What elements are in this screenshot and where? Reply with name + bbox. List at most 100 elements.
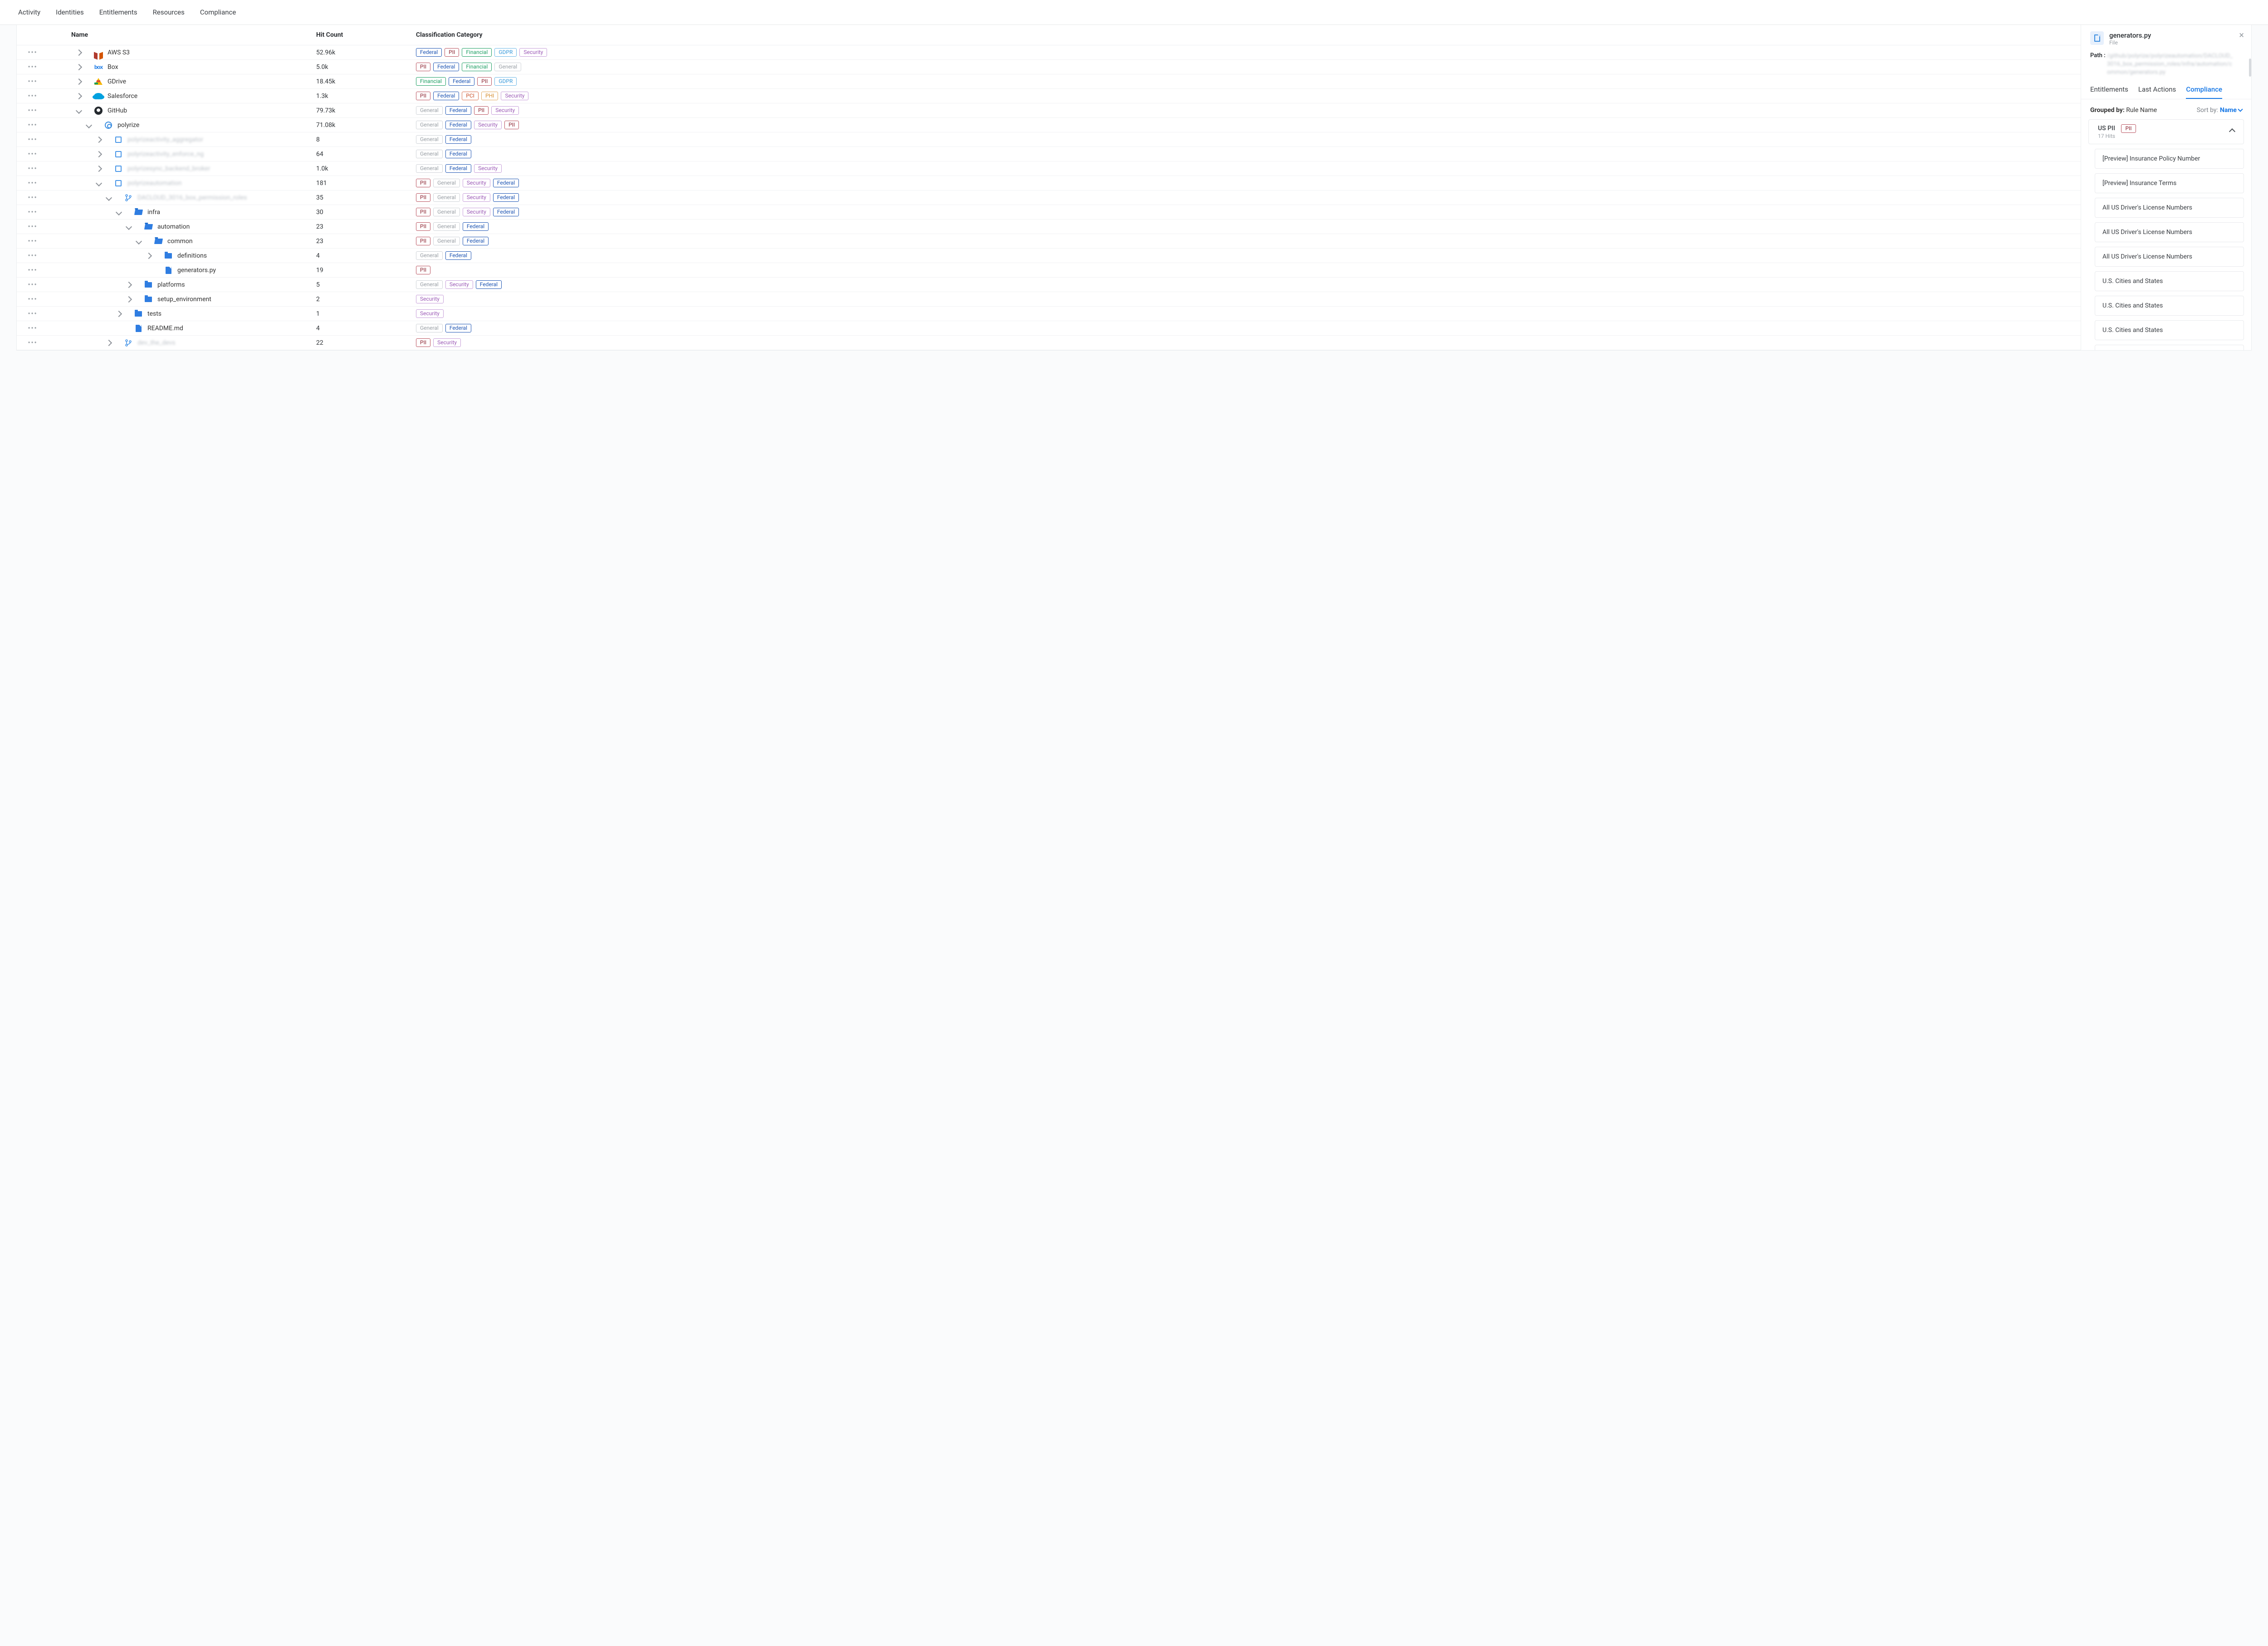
table-row[interactable]: •••definitions4GeneralFederal: [17, 249, 2251, 263]
chevron-right-icon[interactable]: [126, 297, 132, 302]
row-actions-icon[interactable]: •••: [17, 339, 49, 347]
rule-item[interactable]: All US Driver's License Numbers: [2095, 222, 2244, 242]
row-actions-icon[interactable]: •••: [17, 281, 49, 288]
chevron-right-icon[interactable]: [126, 283, 132, 287]
table-row[interactable]: •••infra30PIIGeneralSecurityFederal: [17, 205, 2251, 220]
row-actions-icon[interactable]: •••: [17, 310, 49, 317]
row-actions-icon[interactable]: •••: [17, 223, 49, 230]
classification-tag: PII: [477, 77, 492, 86]
close-icon[interactable]: ×: [2239, 29, 2244, 40]
chevron-right-icon[interactable]: [116, 312, 122, 316]
table-row[interactable]: •••automation23PIIGeneralFederal: [17, 220, 2251, 234]
row-actions-icon[interactable]: •••: [17, 93, 49, 100]
row-actions-icon[interactable]: •••: [17, 209, 49, 216]
table-row[interactable]: •••boxBox5.0kPIIFederalFinancialGeneral: [17, 60, 2251, 74]
folder-icon: [144, 295, 153, 304]
chevron-right-icon[interactable]: [146, 254, 152, 258]
row-actions-icon[interactable]: •••: [17, 165, 49, 172]
tab-activity[interactable]: Activity: [18, 8, 40, 16]
tab-entitlements[interactable]: Entitlements: [99, 8, 137, 16]
tab-compliance[interactable]: Compliance: [200, 8, 236, 16]
classification-tag: Security: [463, 208, 490, 216]
chevron-down-icon[interactable]: [96, 181, 102, 186]
chevron-right-icon[interactable]: [96, 137, 102, 142]
classification-tag: General: [433, 237, 460, 245]
gdrive-icon: [94, 77, 103, 86]
classification-tag: General: [433, 193, 460, 202]
row-actions-icon[interactable]: •••: [17, 194, 49, 201]
classification-tag: PII: [416, 92, 430, 100]
row-actions-icon[interactable]: •••: [17, 238, 49, 245]
table-row[interactable]: •••polyrizeactivity_enforce_ng64GeneralF…: [17, 147, 2251, 161]
rule-item[interactable]: US Birth Date: [2095, 345, 2244, 350]
tab-resources[interactable]: Resources: [153, 8, 185, 16]
row-actions-icon[interactable]: •••: [17, 122, 49, 129]
rule-item[interactable]: [Preview] Insurance Policy Number: [2095, 149, 2244, 169]
chevron-right-icon[interactable]: [76, 65, 82, 69]
chevron-down-icon[interactable]: [126, 225, 132, 229]
chevron-right-icon[interactable]: [106, 341, 112, 345]
panel-tab-entitlements[interactable]: Entitlements: [2090, 85, 2128, 99]
table-row[interactable]: •••polyrizeautomation181PIIGeneralSecuri…: [17, 176, 2251, 190]
chevron-right-icon[interactable]: [96, 166, 102, 171]
rule-item[interactable]: All US Driver's License Numbers: [2095, 247, 2244, 267]
table-row[interactable]: •••dev_the_devs22PIISecurity: [17, 336, 2251, 350]
panel-tab-compliance[interactable]: Compliance: [2186, 85, 2222, 99]
table-row[interactable]: •••DACLOUD_3016_box_permission_roles35PI…: [17, 190, 2251, 205]
table-row[interactable]: •••common23PIIGeneralFederal: [17, 234, 2251, 249]
row-classification: PIIFederalPCIPHISecurity: [416, 92, 2251, 100]
classification-tag: Federal: [445, 164, 471, 173]
repo-icon: [114, 164, 123, 173]
classification-tag: General: [433, 179, 460, 187]
row-actions-icon[interactable]: •••: [17, 252, 49, 259]
table-row[interactable]: •••GDrive18.45kFinancialFederalPIIGDPR: [17, 74, 2251, 89]
chevron-down-icon[interactable]: [106, 195, 112, 200]
row-label: AWS S3: [108, 49, 130, 56]
rule-item[interactable]: [Preview] Insurance Terms: [2095, 173, 2244, 193]
chevron-down-icon[interactable]: [116, 210, 122, 215]
row-actions-icon[interactable]: •••: [17, 325, 49, 332]
table-row[interactable]: •••setup_environment2Security: [17, 292, 2251, 307]
classification-tag: Security: [416, 309, 444, 318]
chevron-right-icon[interactable]: [76, 50, 82, 55]
chevron-right-icon[interactable]: [76, 94, 82, 98]
row-actions-icon[interactable]: •••: [17, 63, 49, 71]
row-hit-count: 79.73k: [316, 107, 416, 114]
row-hit-count: 4: [316, 252, 416, 259]
chevron-right-icon[interactable]: [96, 152, 102, 156]
row-actions-icon[interactable]: •••: [17, 78, 49, 85]
table-row[interactable]: •••README.md4GeneralFederal: [17, 321, 2251, 336]
row-actions-icon[interactable]: •••: [17, 151, 49, 158]
sort-by[interactable]: Sort by: Name: [2197, 107, 2242, 114]
row-actions-icon[interactable]: •••: [17, 267, 49, 274]
classification-tag: Security: [433, 338, 461, 347]
chevron-down-icon[interactable]: [136, 239, 142, 244]
table-row[interactable]: •••polyrizesync_backend_broker1.0kGenera…: [17, 161, 2251, 176]
group-name: US PII: [2098, 125, 2115, 132]
tab-identities[interactable]: Identities: [56, 8, 84, 16]
table-row[interactable]: •••AWS S352.96kFederalPIIFinancialGDPRSe…: [17, 45, 2251, 60]
chevron-down-icon[interactable]: [76, 108, 82, 113]
chevron-down-icon[interactable]: [86, 123, 92, 127]
row-hit-count: 19: [316, 267, 416, 274]
table-row[interactable]: •••generators.py19PII: [17, 263, 2251, 278]
panel-tab-last-actions[interactable]: Last Actions: [2138, 85, 2176, 99]
rule-item[interactable]: All US Driver's License Numbers: [2095, 198, 2244, 218]
row-actions-icon[interactable]: •••: [17, 107, 49, 114]
rule-item[interactable]: U.S. Cities and States: [2095, 320, 2244, 340]
rule-group[interactable]: US PII PII 17 Hits: [2088, 119, 2244, 144]
table-row[interactable]: •••tests1Security: [17, 307, 2251, 321]
row-actions-icon[interactable]: •••: [17, 49, 49, 56]
chevron-right-icon[interactable]: [76, 79, 82, 84]
table-row[interactable]: •••Salesforce1.3kPIIFederalPCIPHISecurit…: [17, 89, 2251, 103]
table-row[interactable]: •••platforms5GeneralSecurityFederal: [17, 278, 2251, 292]
rule-item[interactable]: U.S. Cities and States: [2095, 296, 2244, 316]
table-row[interactable]: •••GitHub79.73kGeneralFederalPIISecurity: [17, 103, 2251, 118]
table-row[interactable]: •••polyrizeactivity_aggregator8GeneralFe…: [17, 132, 2251, 147]
row-actions-icon[interactable]: •••: [17, 136, 49, 143]
rule-item[interactable]: U.S. Cities and States: [2095, 271, 2244, 291]
row-actions-icon[interactable]: •••: [17, 296, 49, 303]
table-row[interactable]: •••polyrize71.08kGeneralFederalSecurityP…: [17, 118, 2251, 132]
scrollbar[interactable]: [2249, 59, 2251, 77]
row-actions-icon[interactable]: •••: [17, 180, 49, 187]
